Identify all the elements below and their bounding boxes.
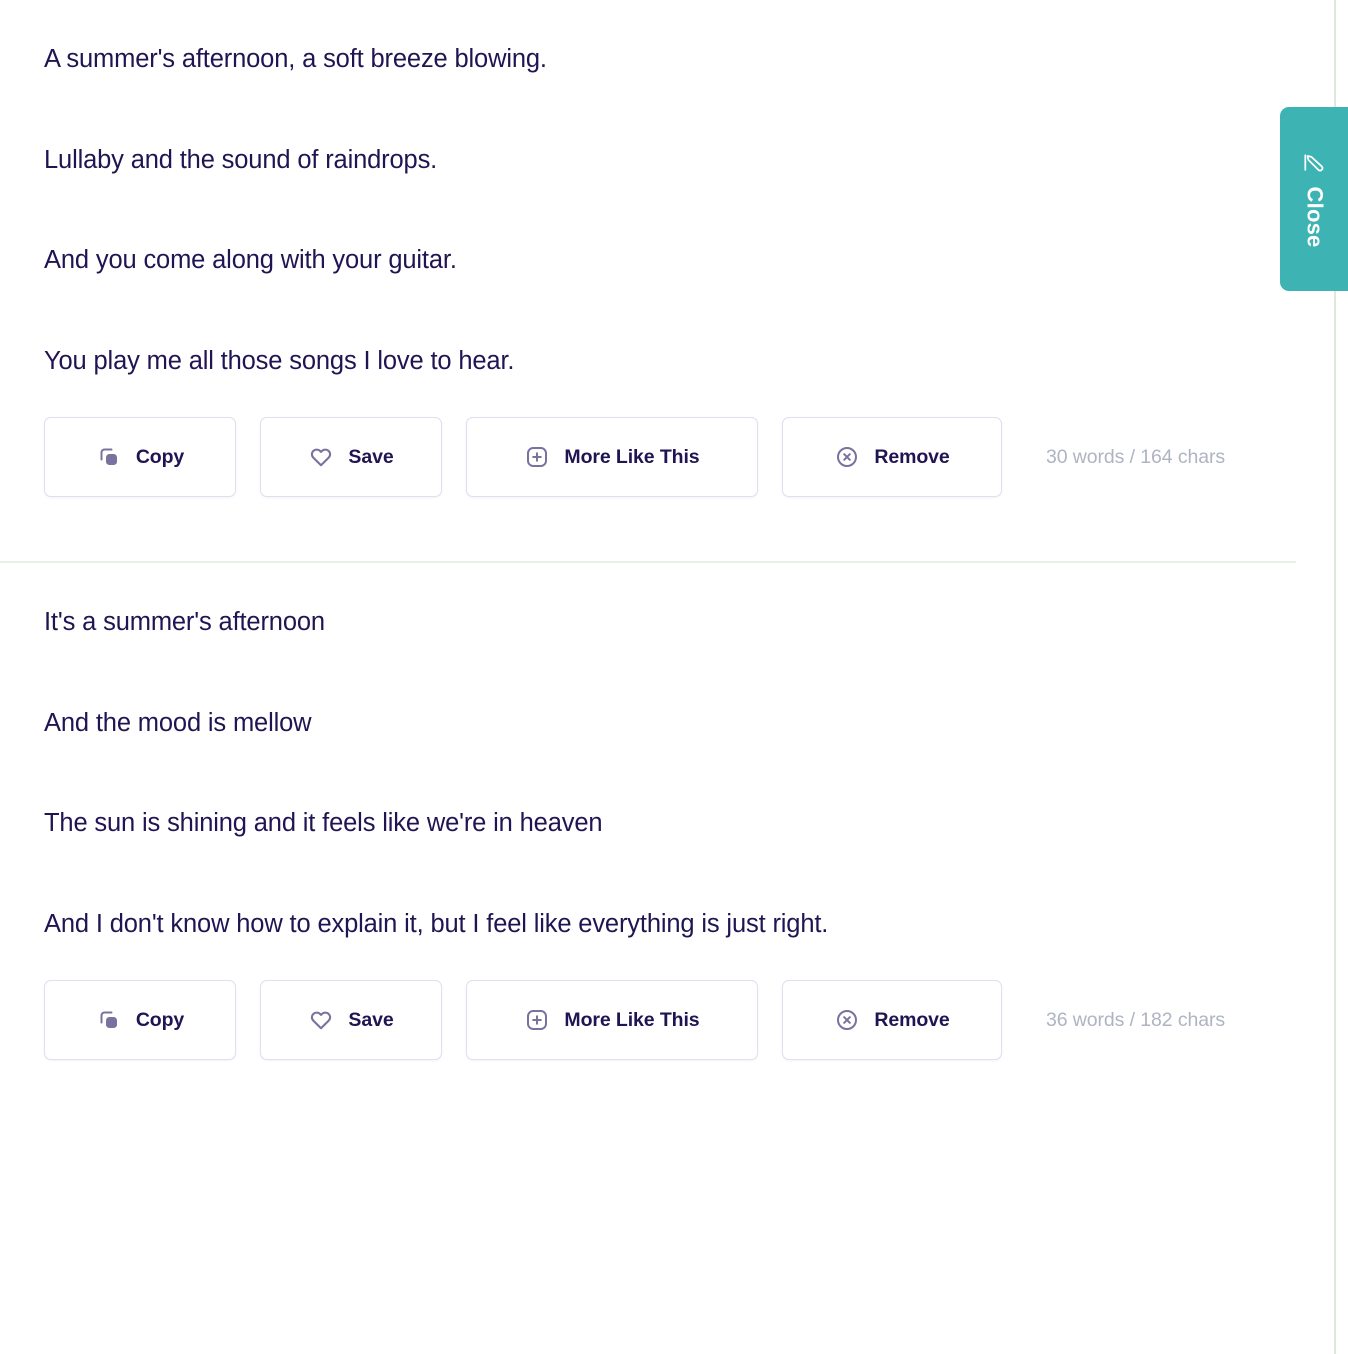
- action-bar: Copy Save More Like This: [44, 411, 1290, 505]
- close-panel-tab-label: Close: [1302, 186, 1328, 248]
- plus-square-icon: [524, 444, 550, 470]
- close-circle-icon: [834, 444, 860, 470]
- lyric-line: And you come along with your guitar.: [44, 246, 457, 274]
- lyric-line: A summer's afternoon, a soft breeze blow…: [44, 45, 547, 73]
- lyric-text: A summer's afternoon, a soft breeze blow…: [44, 0, 1290, 411]
- plus-square-icon: [524, 1007, 550, 1033]
- lyric-line: The sun is shining and it feels like we'…: [44, 809, 603, 837]
- save-button[interactable]: Save: [260, 417, 442, 497]
- more-like-this-button[interactable]: More Like This: [466, 417, 758, 497]
- results-page: A summer's afternoon, a soft breeze blow…: [0, 0, 1336, 1354]
- lyric-line: It's a summer's afternoon: [44, 608, 325, 636]
- result-block: A summer's afternoon, a soft breeze blow…: [0, 0, 1334, 505]
- save-button[interactable]: Save: [260, 980, 442, 1060]
- remove-button[interactable]: Remove: [782, 980, 1002, 1060]
- close-circle-icon: [834, 1007, 860, 1033]
- remove-button-label: Remove: [874, 1008, 950, 1031]
- save-button-label: Save: [348, 1008, 394, 1031]
- more-like-this-button-label: More Like This: [564, 445, 700, 468]
- copy-button[interactable]: Copy: [44, 417, 236, 497]
- pencil-edit-icon: [1302, 151, 1326, 175]
- more-like-this-button[interactable]: More Like This: [466, 980, 758, 1060]
- remove-button-label: Remove: [874, 445, 950, 468]
- lyric-line: And the mood is mellow: [44, 708, 312, 737]
- copy-button-label: Copy: [135, 445, 185, 468]
- action-bar: Copy Save More Like This: [44, 974, 1290, 1068]
- copy-icon: [96, 444, 122, 470]
- word-char-count: 30 words / 164 chars: [1046, 445, 1226, 468]
- save-button-label: Save: [348, 445, 394, 468]
- copy-button[interactable]: Copy: [44, 980, 236, 1060]
- lyric-text: It's a summer's afternoon And the mood i…: [44, 563, 1290, 974]
- close-panel-tab-content: Close: [1301, 151, 1328, 248]
- lyric-line: And I don't know how to explain it, but …: [44, 909, 829, 938]
- remove-button[interactable]: Remove: [782, 417, 1002, 497]
- heart-icon: [308, 1007, 334, 1033]
- lyric-line: Lullaby and the sound of raindrops.: [44, 145, 438, 174]
- lyric-line: You play me all those songs I love to he…: [44, 346, 515, 375]
- word-char-count: 36 words / 182 chars: [1046, 1008, 1226, 1031]
- copy-icon: [96, 1007, 122, 1033]
- close-panel-tab[interactable]: Close: [1280, 107, 1348, 291]
- more-like-this-button-label: More Like This: [564, 1008, 700, 1031]
- copy-button-label: Copy: [135, 1008, 185, 1031]
- result-block: It's a summer's afternoon And the mood i…: [0, 563, 1334, 1068]
- heart-icon: [308, 444, 334, 470]
